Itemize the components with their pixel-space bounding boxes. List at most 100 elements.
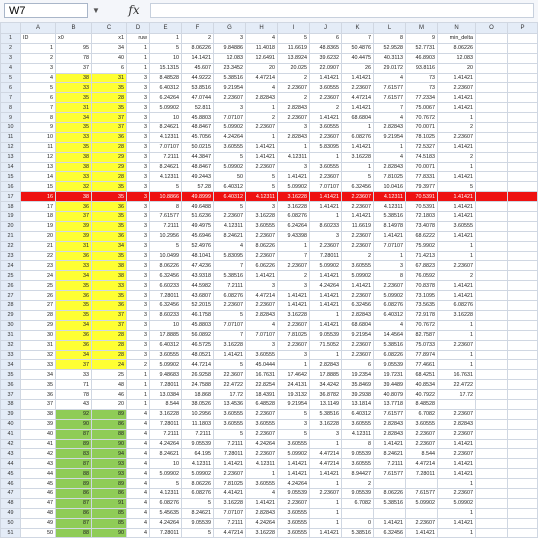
row-header[interactable]: 27 [1,291,21,301]
cell[interactable]: 6.7082 [342,498,374,508]
row-header[interactable]: 25 [1,271,21,281]
cell[interactable]: 2.23607 [246,409,278,419]
cell[interactable]: 4.47214 [246,291,278,301]
cell[interactable]: 2.23607 [438,429,476,439]
row-header[interactable]: 49 [1,508,21,518]
cell[interactable]: 92 [56,409,92,419]
cell[interactable]: 4 [374,320,406,330]
cell[interactable] [508,172,538,182]
cell[interactable]: 1 [310,518,342,528]
cell[interactable]: 71 [56,380,92,390]
cell[interactable]: 1 [246,469,278,479]
row-header[interactable]: 24 [1,261,21,271]
cell[interactable]: 1 [438,113,476,123]
cell[interactable]: 72.1803 [406,212,438,222]
row-header[interactable]: 31 [1,330,21,340]
cell[interactable]: 5.38516 [374,498,406,508]
cell[interactable]: 7.07107 [214,113,246,123]
cell[interactable]: 20 [92,399,127,409]
cell[interactable]: 21 [21,241,56,251]
cell[interactable]: 48.1041 [182,251,214,261]
cell[interactable]: 38 [21,409,56,419]
cell[interactable]: 44.5982 [182,281,214,291]
cell[interactable]: 5 [214,152,246,162]
cell[interactable]: 3 [127,271,150,281]
row-header[interactable]: 28 [1,301,21,311]
cell[interactable]: 46 [92,390,127,400]
cell[interactable]: 68.6804 [342,320,374,330]
cell[interactable] [476,469,508,479]
cell[interactable]: 49.4975 [182,221,214,231]
cell[interactable] [476,281,508,291]
cell[interactable]: 5 [438,182,476,192]
cell[interactable]: 36 [21,390,56,400]
cell[interactable]: 7.28011 [406,469,438,479]
cell[interactable]: 8.06226 [182,479,214,489]
cell[interactable]: 4 [374,73,406,83]
function-icon[interactable]: fx [122,2,146,19]
row-header[interactable]: 48 [1,498,21,508]
cell[interactable]: 6.7082 [406,409,438,419]
cell[interactable]: 7 [342,34,374,44]
cell[interactable] [476,251,508,261]
cell[interactable]: 2.82843 [310,360,342,370]
cell[interactable]: 43.6807 [182,291,214,301]
cell[interactable]: 6.32456 [374,528,406,538]
cell[interactable]: 22.3607 [214,370,246,380]
cell[interactable] [508,162,538,172]
cell[interactable]: 3 [127,241,150,251]
cell[interactable]: 35 [21,380,56,390]
cell[interactable]: 3 [127,330,150,340]
cell[interactable] [508,459,538,469]
cell[interactable]: 4 [127,429,150,439]
cell[interactable]: 6 [310,34,342,44]
cell[interactable]: 88 [56,469,92,479]
cell[interactable]: 2 [182,34,214,44]
cell[interactable]: 1.41421 [374,439,406,449]
cell[interactable] [508,399,538,409]
cell[interactable] [476,409,508,419]
cell[interactable]: 2.23607 [342,231,374,241]
cell[interactable]: 86 [56,508,92,518]
cell[interactable]: 78 [56,53,92,63]
cell[interactable]: 6 [342,360,374,370]
cell[interactable]: 4 [374,152,406,162]
cell[interactable]: 2.23607 [310,488,342,498]
cell[interactable]: 2.82843 [278,103,310,113]
cell[interactable]: 75.0733 [406,340,438,350]
cell[interactable]: 6.32456 [342,301,374,311]
cell[interactable]: 2.23607 [278,83,310,93]
cell[interactable] [342,508,374,518]
cell[interactable]: 77.2334 [406,93,438,103]
cell[interactable]: 35 [92,212,127,222]
cell[interactable]: 6.32456 [342,182,374,192]
cell[interactable]: 10.8866 [150,192,182,202]
cell[interactable]: 29 [92,162,127,172]
cell[interactable]: 93.8116 [406,63,438,73]
cell[interactable]: 1.41421 [278,172,310,182]
cell[interactable]: 22.4722 [438,380,476,390]
cell[interactable]: 3.16228 [246,212,278,222]
cell[interactable]: 95 [56,43,92,53]
cell[interactable]: 51.6236 [182,212,214,222]
cell[interactable]: 34 [56,271,92,281]
cell[interactable]: 7.2111 [150,221,182,231]
cell[interactable]: 1.41421 [406,528,438,538]
cell[interactable]: 38 [56,162,92,172]
cell[interactable]: ID [21,34,56,44]
cell[interactable]: 7.81025 [278,330,310,340]
cell[interactable]: 1.41421 [342,212,374,222]
cell[interactable] [508,479,538,489]
cell[interactable]: 49.6488 [182,202,214,212]
cell[interactable]: 4.12311 [246,192,278,202]
cell[interactable] [476,301,508,311]
cell[interactable]: 2.23607 [342,192,374,202]
cell[interactable]: 5.45635 [150,508,182,518]
cell[interactable]: 1.41421 [278,459,310,469]
cell[interactable]: 6.40312 [214,182,246,192]
cell[interactable]: 3 [127,73,150,83]
cell[interactable]: 82.7587 [406,330,438,340]
cell[interactable]: 88 [92,429,127,439]
cell[interactable] [508,350,538,360]
cell[interactable]: 6 [21,93,56,103]
